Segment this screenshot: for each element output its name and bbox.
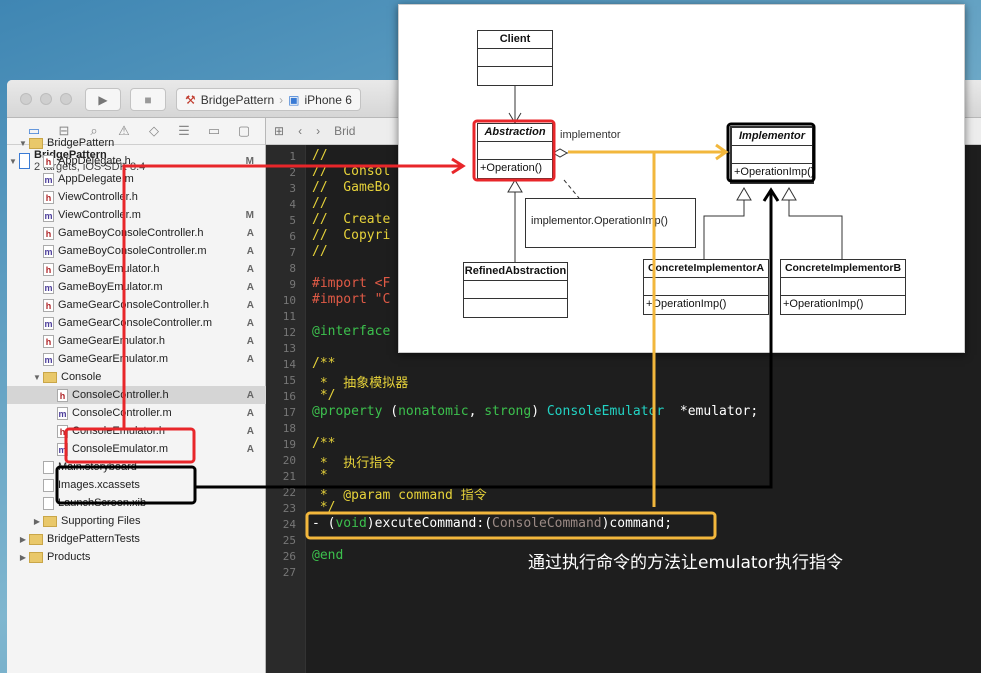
red-annotation — [64, 119, 556, 464]
yellow-annotation — [305, 143, 729, 540]
black-annotation — [55, 122, 816, 505]
annotation-caption: 通过执行命令的方法让emulator执行指令 — [528, 553, 843, 573]
